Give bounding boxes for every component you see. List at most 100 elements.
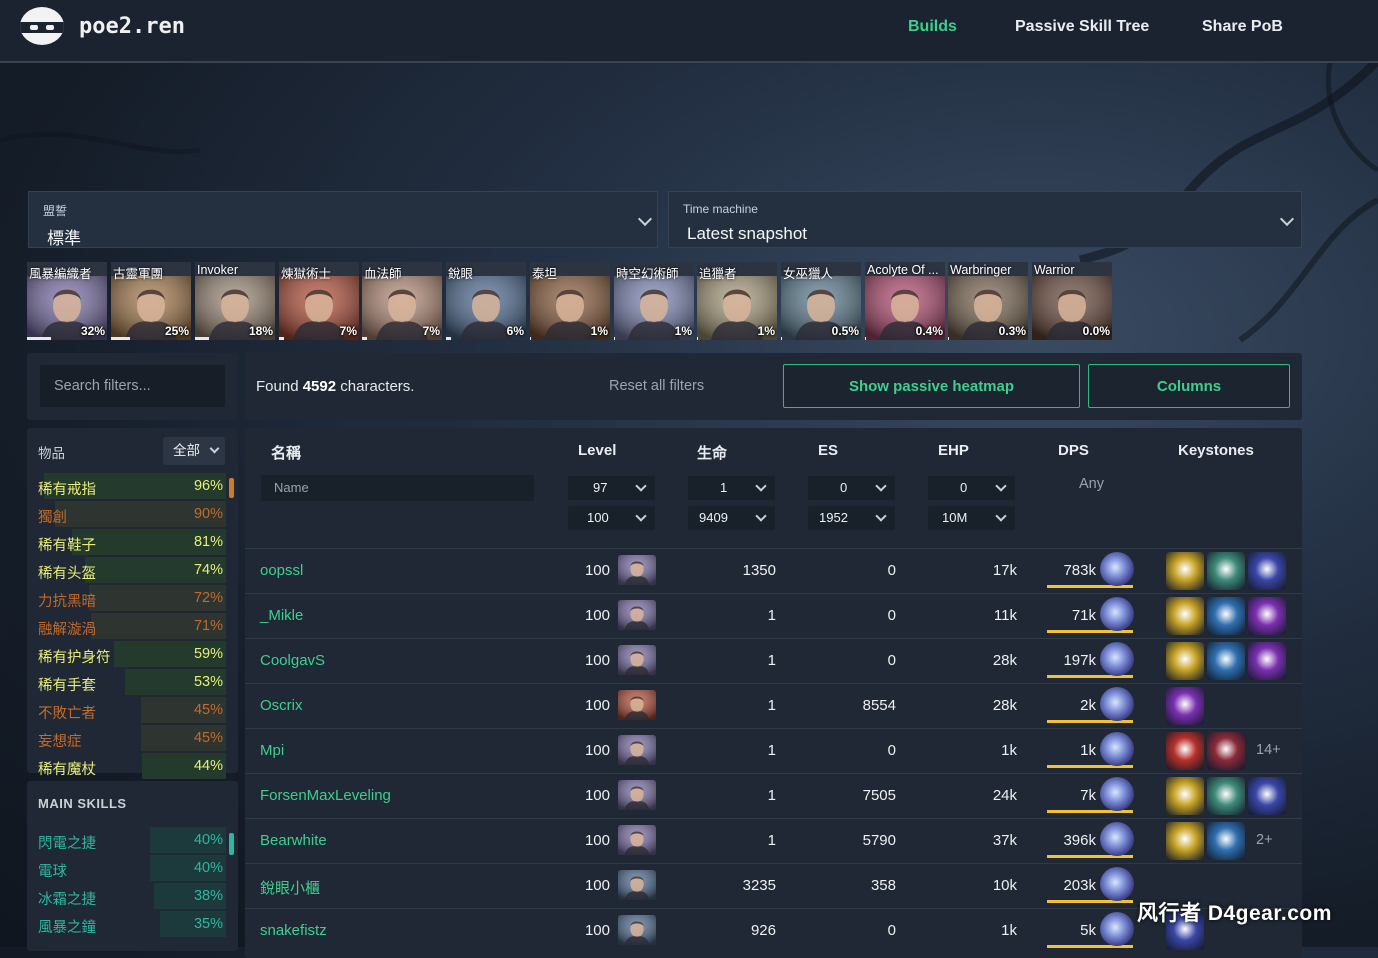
keystone-icon[interactable]: [1248, 777, 1286, 815]
skill-filter-pct: 38%: [194, 888, 223, 904]
keystone-icon[interactable]: [1166, 822, 1204, 860]
col-header-ehp[interactable]: EHP: [938, 442, 969, 459]
class-card[interactable]: Warrior0.0%: [1032, 262, 1112, 340]
skill-filter-row[interactable]: 電球40%: [36, 855, 226, 881]
keystone-icon[interactable]: [1207, 732, 1245, 770]
item-filter-row[interactable]: 力抗黑暗72%: [36, 585, 226, 611]
skill-filter-row[interactable]: 閃電之捷40%: [36, 827, 226, 853]
class-card[interactable]: 銳眼6%: [446, 262, 526, 340]
keystone-icon[interactable]: [1248, 642, 1286, 680]
character-name-link[interactable]: Oscrix: [260, 697, 303, 714]
keystone-icon[interactable]: [1248, 597, 1286, 635]
col-header-life[interactable]: 生命: [697, 442, 727, 463]
keystone-icon[interactable]: [1207, 552, 1245, 590]
es-min-select[interactable]: 0: [808, 476, 895, 500]
item-filter-label: 力抗黑暗: [38, 590, 96, 611]
item-filter-row[interactable]: 不敗亡者45%: [36, 697, 226, 723]
class-card[interactable]: Invoker18%: [195, 262, 275, 340]
ehp-max-select[interactable]: 10M: [928, 506, 1015, 530]
skill-filter-row[interactable]: 風暴之鐘35%: [36, 911, 226, 937]
item-filter-row[interactable]: 稀有鞋子81%: [36, 529, 226, 555]
keystone-icon[interactable]: [1207, 597, 1245, 635]
keystone-icon[interactable]: [1166, 597, 1204, 635]
columns-button[interactable]: Columns: [1088, 364, 1290, 408]
character-name-link[interactable]: 銳眼小櫃: [260, 877, 320, 898]
keystone-icon[interactable]: [1207, 642, 1245, 680]
character-name-link[interactable]: CoolgavS: [260, 652, 325, 669]
class-card[interactable]: Warbringer0.3%: [948, 262, 1028, 340]
item-filter-row[interactable]: 稀有手套53%: [36, 669, 226, 695]
item-filter-pct: 53%: [194, 674, 223, 690]
col-header-name[interactable]: 名稱: [271, 442, 301, 463]
items-facet-dropdown[interactable]: 全部: [163, 437, 225, 465]
keystone-icon[interactable]: [1207, 822, 1245, 860]
item-filter-label: 稀有鞋子: [38, 534, 96, 555]
character-name-link[interactable]: Bearwhite: [260, 832, 327, 849]
keystone-icon[interactable]: [1166, 552, 1204, 590]
keystone-icon[interactable]: [1166, 642, 1204, 680]
skill-filter-row[interactable]: 冰霜之捷38%: [36, 883, 226, 909]
class-card[interactable]: 泰坦1%: [530, 262, 610, 340]
character-name-link[interactable]: snakefistz: [260, 922, 327, 939]
class-card[interactable]: 女巫獵人0.5%: [781, 262, 861, 340]
character-name-link[interactable]: oopssl: [260, 562, 303, 579]
more-keystones-indicator[interactable]: 14+: [1256, 742, 1281, 758]
class-card[interactable]: 風暴編織者32%: [27, 262, 107, 340]
brand-name[interactable]: poe2.ren: [79, 14, 185, 39]
class-share: 25%: [165, 324, 189, 338]
col-header-dps[interactable]: DPS: [1058, 442, 1089, 459]
league-select[interactable]: 盟誓 標準: [28, 191, 658, 248]
life-max-select[interactable]: 9409: [688, 506, 775, 530]
item-filter-row[interactable]: 稀有魔杖44%: [36, 753, 226, 779]
item-filter-row[interactable]: 妄想症45%: [36, 725, 226, 751]
keystone-icon[interactable]: [1166, 732, 1204, 770]
class-card[interactable]: 血法師7%: [362, 262, 442, 340]
character-es: 8554: [863, 697, 896, 714]
col-header-level[interactable]: Level: [578, 442, 616, 459]
character-name-link[interactable]: Mpi: [260, 742, 284, 759]
keystone-icon[interactable]: [1207, 777, 1245, 815]
character-name-link[interactable]: ForsenMaxLeveling: [260, 787, 391, 804]
more-keystones-indicator[interactable]: 2+: [1256, 832, 1273, 848]
life-min-select[interactable]: 1: [688, 476, 775, 500]
level-max-select[interactable]: 100: [568, 506, 655, 530]
keystone-icon[interactable]: [1166, 777, 1204, 815]
class-card[interactable]: 時空幻術師1%: [614, 262, 694, 340]
show-passive-heatmap-button[interactable]: Show passive heatmap: [783, 364, 1080, 408]
character-name-link[interactable]: _Mikle: [260, 607, 303, 624]
items-scrollbar[interactable]: [229, 478, 234, 498]
keystone-icon[interactable]: [1166, 687, 1204, 725]
ninja-logo-icon[interactable]: [20, 7, 64, 45]
item-filter-row[interactable]: 融解漩渦71%: [36, 613, 226, 639]
name-filter-input[interactable]: Name: [261, 475, 534, 501]
nav-builds[interactable]: Builds: [908, 18, 957, 36]
nav-passive-skill-tree[interactable]: Passive Skill Tree: [1015, 18, 1149, 36]
keystone-icon[interactable]: [1248, 552, 1286, 590]
time-machine-value: Latest snapshot: [687, 224, 807, 244]
skills-scrollbar[interactable]: [229, 833, 234, 855]
col-header-es[interactable]: ES: [818, 442, 838, 459]
class-card[interactable]: 煉獄術士7%: [279, 262, 359, 340]
es-max-select[interactable]: 1952: [808, 506, 895, 530]
top-navigation-bar: poe2.ren Builds Passive Skill Tree Share…: [0, 0, 1378, 63]
reset-filters-link[interactable]: Reset all filters: [609, 378, 704, 394]
item-filter-label: 妄想症: [38, 730, 82, 751]
class-card[interactable]: Acolyte Of ...0.4%: [865, 262, 945, 340]
chevron-down-icon: [1280, 212, 1294, 226]
class-name: 時空幻術師: [616, 263, 679, 282]
dps-filter[interactable]: Any: [1079, 476, 1104, 492]
item-filter-row[interactable]: 稀有戒指96%: [36, 473, 226, 499]
item-filter-row[interactable]: 稀有护身符59%: [36, 641, 226, 667]
item-filter-pct: 90%: [194, 506, 223, 522]
ehp-min-select[interactable]: 0: [928, 476, 1015, 500]
search-filters-input[interactable]: Search filters...: [40, 365, 225, 407]
col-header-keystones[interactable]: Keystones: [1178, 442, 1254, 459]
time-machine-select[interactable]: Time machine Latest snapshot: [668, 191, 1302, 248]
class-card[interactable]: 追獵者1%: [697, 262, 777, 340]
class-card[interactable]: 古靈軍團25%: [111, 262, 191, 340]
item-filter-row[interactable]: 稀有头盔74%: [36, 557, 226, 583]
nav-share-pob[interactable]: Share PoB: [1202, 18, 1283, 36]
item-filter-row[interactable]: 獨創90%: [36, 501, 226, 527]
class-share: 0.0%: [1083, 324, 1110, 338]
level-min-select[interactable]: 97: [568, 476, 655, 500]
